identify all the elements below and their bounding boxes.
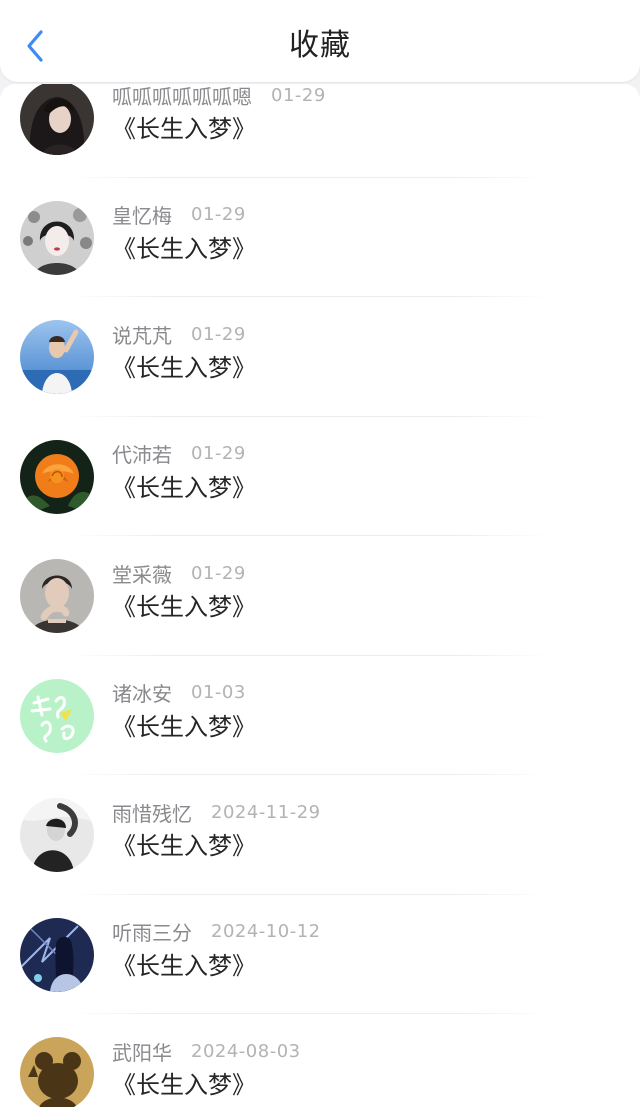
favorite-item[interactable]: 说芃芃 01-29 《长生入梦》 (0, 297, 640, 417)
favorite-item[interactable]: 雨惜残忆 2024-11-29 《长生入梦》 (0, 775, 640, 895)
top-bar: 收藏 (0, 0, 640, 82)
favorite-item[interactable]: 听雨三分 2024-10-12 《长生入梦》 (0, 895, 640, 1014)
user-name[interactable]: 呱呱呱呱呱呱嗯 (112, 84, 252, 110)
favorite-date: 01-29 (271, 84, 326, 106)
book-title[interactable]: 《长生入梦》 (112, 710, 256, 744)
avatar[interactable] (20, 84, 94, 155)
favorite-date: 01-29 (191, 562, 246, 584)
avatar[interactable] (20, 439, 94, 514)
user-name[interactable]: 堂采薇 (112, 559, 172, 588)
book-title[interactable]: 《长生入梦》 (112, 351, 256, 385)
user-name[interactable]: 听雨三分 (112, 917, 192, 946)
item-meta: 呱呱呱呱呱呱嗯 01-29 (112, 84, 326, 110)
user-name[interactable]: 武阳华 (112, 1037, 172, 1066)
item-meta: 代沛若 01-29 (112, 439, 246, 469)
avatar[interactable] (20, 798, 94, 872)
avatar[interactable] (20, 320, 94, 394)
avatar[interactable] (20, 917, 94, 992)
item-meta: 诸冰安 01-03 (112, 678, 246, 708)
favorite-date: 01-29 (191, 204, 246, 225)
favorite-item[interactable]: 诸冰安 01-03 《长生入梦》 (0, 656, 640, 775)
book-title[interactable]: 《长生入梦》 (112, 829, 256, 863)
favorite-item[interactable]: 代沛若 01-29 《长生入梦》 (0, 417, 640, 536)
favorite-item[interactable]: 武阳华 2024-08-03 《长生入梦》 (0, 1014, 640, 1107)
avatar[interactable] (20, 678, 94, 753)
favorite-date: 2024-11-29 (211, 801, 321, 823)
avatar[interactable] (20, 1037, 94, 1107)
book-title[interactable]: 《长生入梦》 (112, 112, 256, 146)
item-meta: 武阳华 2024-08-03 (112, 1036, 301, 1066)
favorite-item[interactable]: 呱呱呱呱呱呱嗯 01-29 《长生入梦》 (0, 84, 640, 178)
item-meta: 雨惜残忆 2024-11-29 (112, 797, 321, 827)
item-meta: 堂采薇 01-29 (112, 558, 246, 588)
book-title[interactable]: 《长生入梦》 (112, 1068, 256, 1102)
avatar[interactable] (20, 200, 94, 275)
favorite-item[interactable]: 堂采薇 01-29 《长生入梦》 (0, 536, 640, 656)
user-name[interactable]: 雨惜残忆 (112, 798, 192, 827)
user-name[interactable]: 皇忆梅 (112, 200, 172, 229)
book-title[interactable]: 《长生入梦》 (112, 232, 256, 266)
user-name[interactable]: 说芃芃 (112, 320, 172, 349)
item-meta: 皇忆梅 01-29 (112, 200, 246, 230)
item-meta: 说芃芃 01-29 (112, 319, 246, 349)
favorite-date: 2024-10-12 (211, 921, 321, 942)
user-name[interactable]: 代沛若 (112, 439, 172, 468)
user-name[interactable]: 诸冰安 (112, 678, 172, 707)
book-title[interactable]: 《长生入梦》 (112, 590, 256, 624)
favorite-date: 01-03 (191, 682, 246, 703)
favorite-date: 01-29 (191, 443, 246, 464)
favorites-list: 呱呱呱呱呱呱嗯 01-29 《长生入梦》 皇忆梅 01-29 《长生入梦》 说芃… (0, 84, 640, 1107)
item-meta: 听雨三分 2024-10-12 (112, 917, 321, 947)
book-title[interactable]: 《长生入梦》 (112, 471, 256, 505)
page-title: 收藏 (289, 28, 351, 63)
avatar[interactable] (20, 559, 94, 633)
book-title[interactable]: 《长生入梦》 (112, 949, 256, 983)
favorite-date: 2024-08-03 (191, 1040, 301, 1062)
favorite-date: 01-29 (191, 323, 246, 345)
favorite-item[interactable]: 皇忆梅 01-29 《长生入梦》 (0, 178, 640, 297)
